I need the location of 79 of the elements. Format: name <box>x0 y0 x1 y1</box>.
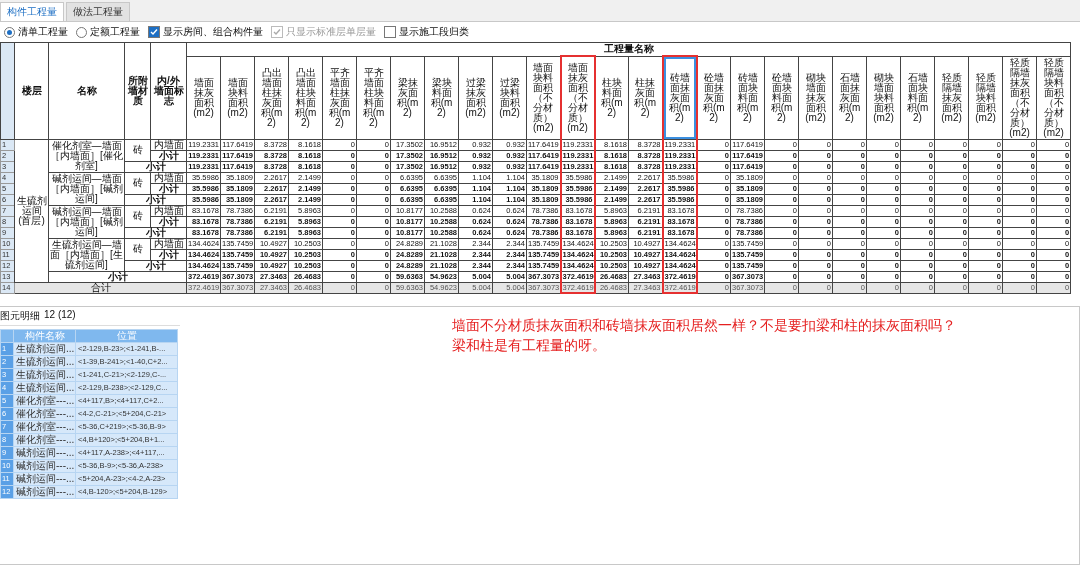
table-cell[interactable]: 生硫剂运间... <box>13 368 76 382</box>
column-header[interactable]: 凸出墙面柱块料面积(m2) <box>288 56 323 139</box>
table-cell[interactable]: 生硫剂运间... <box>13 342 76 356</box>
table-cell: 小计 <box>150 183 187 194</box>
column-header[interactable]: 梁抹灰面积(m2) <box>390 56 425 139</box>
table-cell: 内墙面 <box>150 139 187 150</box>
option-label: 清单工程量 <box>18 25 68 39</box>
column-header[interactable]: 墙面抹灰面积(m2) <box>186 56 221 139</box>
table-cell: 内墙面 <box>150 238 187 249</box>
table-cell: 小计 <box>124 194 187 205</box>
table-cell[interactable]: 催化剂室---... <box>13 407 76 421</box>
table-cell: 小计 <box>150 216 187 227</box>
column-header[interactable]: 平齐墙面柱块料面积(m2) <box>356 56 391 139</box>
column-header[interactable]: 轻质隔墙块料面积（不分材质）(m2) <box>1036 56 1071 139</box>
radio-button[interactable] <box>4 26 15 38</box>
checkbox[interactable] <box>384 26 396 38</box>
table-cell[interactable]: 催化剂室---... <box>13 420 76 434</box>
table-cell: 生硫剂运间(首层) <box>14 139 49 282</box>
table-cell: 小计 <box>48 271 187 282</box>
column-header[interactable]: 砌块墙面块料面积(m2) <box>866 56 901 139</box>
table-cell[interactable]: 碱剂运间---... <box>13 459 76 473</box>
table-cell[interactable]: 生硫剂运间... <box>13 355 76 369</box>
checkbox[interactable] <box>148 26 160 38</box>
column-header[interactable]: 砖墙面抹灰面积(m2) <box>662 56 697 139</box>
column-header: 名称 <box>48 42 125 139</box>
column-header: 楼层 <box>14 42 49 139</box>
table-cell: 小计 <box>150 150 187 161</box>
table-cell: 内墙面 <box>150 172 187 183</box>
column-header[interactable]: 轻质隔墙抹灰面积（不分材质）(m2) <box>1002 56 1037 139</box>
table-cell[interactable]: 催化剂室---... <box>13 433 76 447</box>
column-header[interactable]: 轻质隔墙抹灰面积(m2) <box>934 56 969 139</box>
option-label: 定额工程量 <box>90 25 140 39</box>
table-cell[interactable]: 碱剂运间---... <box>13 485 76 499</box>
option-label: 显示房间、组合构件量 <box>163 25 263 39</box>
column-header: 工程量名称 <box>186 42 1071 56</box>
table-cell[interactable]: 生硫剂运间... <box>13 381 76 395</box>
radio-button[interactable] <box>76 26 87 38</box>
table-cell: 碱剂运间—墙面［内墙面］[碱剂运间] <box>48 172 125 205</box>
table-cell: 内墙面 <box>150 205 187 216</box>
column-header: 内/外墙面标志 <box>150 42 187 139</box>
tab[interactable]: 做法工程量 <box>66 2 130 21</box>
table-cell: 生硫剂运间—墙面［内墙面］[生硫剂运间] <box>48 238 125 271</box>
column-header: 位置 <box>75 329 178 343</box>
annotation-text: 梁和柱是有工程量的呀。 <box>452 336 607 356</box>
column-header[interactable]: 石墙面块料面积(m2) <box>900 56 935 139</box>
column-header[interactable]: 墙面块料面积(m2) <box>220 56 255 139</box>
column-header[interactable]: 墙面块料面积（不分材质）(m2) <box>526 56 561 139</box>
column-header[interactable]: 过梁抹灰面积(m2) <box>458 56 493 139</box>
element-count: 12 (12) <box>44 309 76 322</box>
table-cell: 小计 <box>150 249 187 260</box>
table-cell: 碱剂运间—墙面［内墙面］[碱剂运间] <box>48 205 125 238</box>
table-cell[interactable]: 碱剂运间---... <box>13 472 76 486</box>
table-cell[interactable]: 碱剂运间---... <box>13 446 76 460</box>
column-header[interactable]: 柱块料面积(m2) <box>594 56 629 139</box>
table-cell: 小计 <box>124 227 187 238</box>
table-cell[interactable]: 催化剂室---... <box>13 394 76 408</box>
column-header[interactable]: 梁块料面积(m2) <box>424 56 459 139</box>
option-label: 显示施工段归类 <box>399 25 469 39</box>
column-header[interactable]: 砼墙面抹灰面积(m2) <box>696 56 731 139</box>
table-cell: 小计 <box>124 260 187 271</box>
table-cell: 合计 <box>14 282 187 293</box>
table-cell: 小计 <box>124 161 187 172</box>
table-cell: 催化剂室—墙面［内墙面］[催化剂室] <box>48 139 125 172</box>
column-header: 构件名称 <box>13 329 76 343</box>
column-header[interactable]: 平齐墙面柱抹灰面积(m2) <box>322 56 357 139</box>
panel-title: 图元明细 <box>0 309 40 323</box>
column-header[interactable]: 石墙面抹灰面积(m2) <box>832 56 867 139</box>
option-label: 只显示标准层单层量 <box>286 25 376 39</box>
tab[interactable]: 构件工程量 <box>0 2 64 21</box>
annotation-text: 墙面不分材质抹灰面积和砖墙抹灰面积居然一样？不是要扣梁和柱的抹灰面积吗？ <box>452 316 956 335</box>
column-header[interactable]: 砼墙面块料面积(m2) <box>764 56 799 139</box>
column-header[interactable]: 过梁块料面积(m2) <box>492 56 527 139</box>
column-header: 所附墙材质 <box>124 42 151 139</box>
column-header[interactable]: 柱抹灰面积(m2) <box>628 56 663 139</box>
column-header[interactable]: 砖墙面块料面积(m2) <box>730 56 765 139</box>
column-header[interactable]: 墙面抹灰面积（不分材质）(m2) <box>560 56 595 139</box>
column-header[interactable]: 凸出墙面柱抹灰面积(m2) <box>254 56 289 139</box>
column-header[interactable]: 砌块墙面抹灰面积(m2) <box>798 56 833 139</box>
column-header[interactable]: 轻质隔墙块料面积(m2) <box>968 56 1003 139</box>
